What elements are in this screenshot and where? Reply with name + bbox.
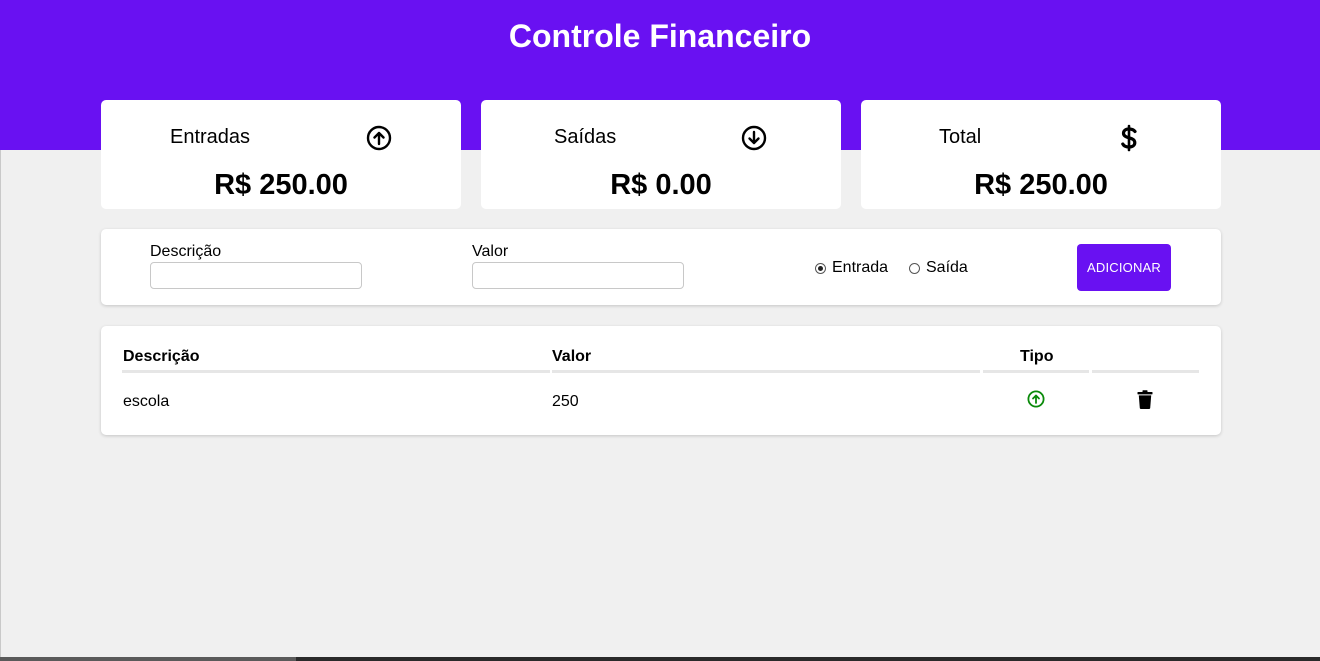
expense-card: Saídas R$ 0.00 bbox=[481, 100, 841, 209]
radio-saida-dot[interactable] bbox=[909, 262, 920, 274]
expense-amount: R$ 0.00 bbox=[610, 169, 712, 201]
arrow-up-circle-icon bbox=[365, 124, 393, 152]
income-card: Entradas R$ 250.00 bbox=[101, 100, 461, 209]
header-descricao: Descrição bbox=[123, 348, 200, 365]
income-label: Entradas bbox=[170, 126, 251, 148]
taskbar-strip bbox=[0, 657, 1320, 661]
header-valor: Valor bbox=[552, 348, 592, 365]
arrow-down-circle-icon bbox=[740, 124, 768, 152]
header-divider bbox=[983, 370, 1089, 373]
header-divider bbox=[122, 370, 550, 373]
value-input[interactable] bbox=[472, 262, 684, 289]
window-edge bbox=[0, 150, 1, 657]
header-divider bbox=[552, 370, 980, 373]
radio-saida-label: Saída bbox=[926, 259, 968, 276]
row-description: escola bbox=[123, 393, 170, 410]
page-title: Controle Financeiro bbox=[508, 18, 812, 54]
add-button[interactable]: ADICIONAR bbox=[1077, 244, 1171, 291]
header-tipo: Tipo bbox=[1020, 348, 1054, 365]
total-label: Total bbox=[939, 126, 982, 148]
expense-label: Saídas bbox=[554, 126, 617, 148]
row-value: 250 bbox=[552, 393, 579, 410]
header-divider bbox=[1092, 370, 1199, 373]
income-amount: R$ 250.00 bbox=[214, 169, 348, 201]
transaction-form: Descrição Valor Entrada Saída ADICIONAR bbox=[101, 229, 1221, 305]
trash-icon[interactable] bbox=[1135, 389, 1155, 409]
value-label: Valor bbox=[472, 243, 509, 260]
description-label: Descrição bbox=[150, 243, 222, 260]
description-input[interactable] bbox=[150, 262, 362, 289]
total-amount: R$ 250.00 bbox=[974, 169, 1108, 201]
total-card: Total R$ 250.00 bbox=[861, 100, 1221, 209]
radio-entrada-label: Entrada bbox=[832, 259, 889, 276]
radio-saida[interactable]: Saída bbox=[909, 259, 968, 277]
radio-entrada[interactable]: Entrada bbox=[815, 259, 888, 277]
radio-entrada-dot[interactable] bbox=[815, 262, 826, 274]
transactions-table: Descrição Valor Tipo escola 250 bbox=[101, 326, 1221, 435]
arrow-up-circle-icon bbox=[1026, 389, 1046, 409]
dollar-icon bbox=[1115, 124, 1143, 152]
